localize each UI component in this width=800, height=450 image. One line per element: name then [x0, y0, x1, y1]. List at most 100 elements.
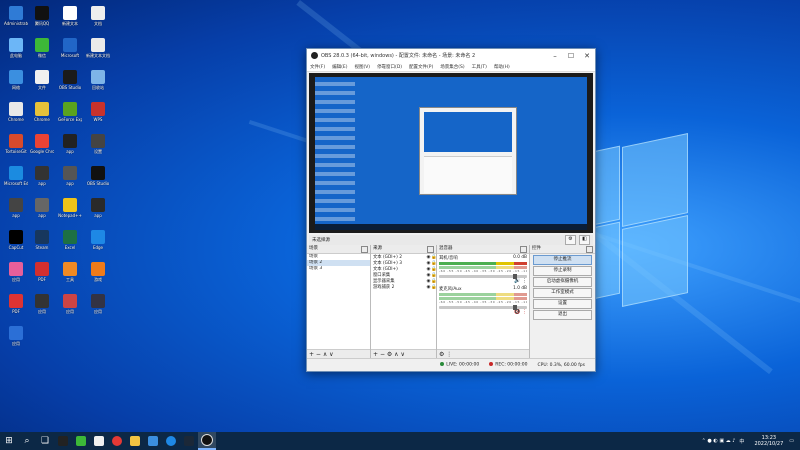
- undock-icon[interactable]: [361, 246, 369, 253]
- start-button[interactable]: ⊞: [0, 432, 18, 450]
- desktop-icon[interactable]: TortoiseGit: [4, 134, 28, 154]
- source-item[interactable]: 游戏捕获 2 ◉ 🔒: [371, 284, 437, 291]
- volume-slider[interactable]: [439, 274, 527, 279]
- notification-icon[interactable]: ▭: [789, 438, 794, 444]
- taskbar-app-explorer[interactable]: [126, 432, 144, 450]
- desktop-icon[interactable]: Microsoft Edge: [4, 166, 28, 186]
- studio-mode-button[interactable]: 工作室模式: [533, 288, 592, 298]
- desktop-icon[interactable]: GeForce Experience: [58, 102, 82, 122]
- desktop-icon-label: app: [38, 181, 46, 186]
- menu-view[interactable]: 视图(V): [354, 64, 370, 70]
- taskbar-app-obs-active[interactable]: [198, 432, 216, 450]
- desktop-icon[interactable]: Chrome: [30, 102, 54, 122]
- lock-icon[interactable]: 🔒: [431, 285, 437, 290]
- desktop-icon[interactable]: 腾讯QQ: [30, 6, 54, 27]
- lock-icon[interactable]: 🔒: [431, 279, 437, 284]
- menu-scene-collection[interactable]: 场景集合(S): [440, 64, 464, 70]
- start-virtual-camera-button[interactable]: 启动虚拟摄像机: [533, 277, 592, 287]
- desktop-icon[interactable]: 设置: [86, 134, 110, 155]
- menu-tools[interactable]: 工具(T): [472, 64, 487, 70]
- desktop-icon[interactable]: app: [4, 198, 28, 218]
- language-indicator[interactable]: 中: [739, 438, 744, 445]
- desktop-icon[interactable]: PDF: [4, 294, 28, 314]
- desktop-icon[interactable]: app: [30, 166, 54, 186]
- desktop-icon[interactable]: Chrome: [4, 102, 28, 122]
- desktop-icon[interactable]: 新建文本文档: [86, 38, 110, 59]
- stop-recording-button[interactable]: 停止录制: [533, 266, 592, 276]
- desktop-icon[interactable]: Steam: [30, 230, 54, 250]
- menu-file[interactable]: 文件(F): [310, 64, 325, 70]
- desktop-icon-label: 新建文本: [62, 21, 78, 26]
- maximize-icon[interactable]: ☐: [563, 52, 579, 60]
- menu-docks[interactable]: 停靠窗口(D): [377, 64, 402, 70]
- taskbar-app-qq[interactable]: [54, 432, 72, 450]
- desktop-icon[interactable]: 应用: [86, 294, 110, 315]
- desktop-icon[interactable]: Google Chrome: [30, 134, 54, 154]
- undock-icon[interactable]: [585, 246, 593, 253]
- search-icon[interactable]: ⌕: [18, 432, 36, 450]
- tray-icons[interactable]: ⌃ ● ◐ ▣ ☁ ♪: [702, 438, 736, 444]
- undock-icon[interactable]: [520, 246, 527, 253]
- menu-edit[interactable]: 编辑(E): [332, 64, 347, 70]
- desktop-icon[interactable]: 应用: [30, 294, 54, 315]
- desktop-icon[interactable]: PDF: [30, 262, 54, 282]
- desktop-icon[interactable]: 应用: [4, 262, 28, 283]
- desktop-icon[interactable]: 工具: [58, 262, 82, 283]
- lock-icon[interactable]: 🔒: [431, 255, 437, 260]
- filters-icon[interactable]: ◧: [579, 235, 590, 245]
- desktop-icon[interactable]: app: [58, 134, 82, 154]
- volume-slider[interactable]: [439, 305, 527, 310]
- desktop-icon[interactable]: app: [30, 198, 54, 218]
- desktop-icon[interactable]: 游戏: [86, 262, 110, 283]
- preview-canvas[interactable]: [309, 73, 593, 233]
- desktop-icon[interactable]: Administrator: [4, 6, 28, 26]
- exit-button[interactable]: 退出: [533, 310, 592, 320]
- lock-icon[interactable]: 🔒: [431, 261, 437, 266]
- clock[interactable]: 13:23 2022/10/27: [754, 435, 783, 447]
- close-icon[interactable]: ✕: [579, 52, 595, 60]
- desktop-icon[interactable]: Microsoft: [58, 38, 82, 58]
- taskbar-app-chrome[interactable]: [108, 432, 126, 450]
- task-view-icon[interactable]: ❏: [36, 432, 54, 450]
- taskbar-app-store[interactable]: [144, 432, 162, 450]
- taskbar-app-wechat[interactable]: [72, 432, 90, 450]
- app-icon: [9, 294, 23, 308]
- desktop-icon[interactable]: Edge: [86, 230, 110, 250]
- stop-streaming-button[interactable]: 停止推流: [533, 255, 592, 265]
- undock-icon[interactable]: [427, 246, 434, 253]
- desktop-icon[interactable]: 回收站: [86, 70, 110, 91]
- desktop-icon[interactable]: 文档: [86, 6, 110, 27]
- lock-icon[interactable]: 🔒: [431, 267, 437, 272]
- folder-icon: [130, 436, 140, 446]
- taskbar-app-steam[interactable]: [180, 432, 198, 450]
- title-bar[interactable]: OBS 28.0.3 (64-bit, windows) - 配置文件: 未命名…: [307, 49, 595, 62]
- desktop-icon[interactable]: 应用: [4, 326, 28, 347]
- menu-help[interactable]: 帮助(H): [494, 64, 510, 70]
- lock-icon[interactable]: 🔒: [431, 273, 437, 278]
- scene-item[interactable]: 场景 3: [307, 266, 370, 272]
- taskbar-app-edge[interactable]: [162, 432, 180, 450]
- desktop-icon[interactable]: 此电脑: [4, 38, 28, 59]
- desktop-icon[interactable]: WPS: [86, 102, 110, 122]
- desktop-icon[interactable]: 微信: [30, 38, 54, 59]
- settings-button[interactable]: 设置: [533, 299, 592, 309]
- desktop-icon[interactable]: app: [86, 198, 110, 218]
- desktop-icon[interactable]: 网络: [4, 70, 28, 91]
- desktop-icon[interactable]: app: [58, 166, 82, 186]
- desktop-icon[interactable]: OBS Studio: [58, 70, 82, 90]
- desktop-icon[interactable]: 应用: [58, 294, 82, 315]
- desktop-icon[interactable]: Notepad++: [58, 198, 82, 218]
- desktop-icon[interactable]: Excel: [58, 230, 82, 250]
- desktop-icon[interactable]: CapCut: [4, 230, 28, 250]
- scenes-header: 场景: [309, 246, 318, 251]
- status-bar: LIVE: 00:00:00 REC: 00:00:00 CPU: 0.3%, …: [307, 358, 595, 371]
- properties-gear-icon[interactable]: ⚙: [565, 235, 576, 245]
- minimize-icon[interactable]: –: [547, 52, 563, 60]
- obs-window[interactable]: OBS 28.0.3 (64-bit, windows) - 配置文件: 未命名…: [306, 48, 596, 372]
- taskbar-app-notes[interactable]: [90, 432, 108, 450]
- desktop-icon[interactable]: OBS Studio: [86, 166, 110, 186]
- menu-profile[interactable]: 配置文件(P): [409, 64, 433, 70]
- desktop-icon[interactable]: 文件: [30, 70, 54, 91]
- app-icon: [35, 262, 49, 276]
- desktop-icon[interactable]: 新建文本: [58, 6, 82, 27]
